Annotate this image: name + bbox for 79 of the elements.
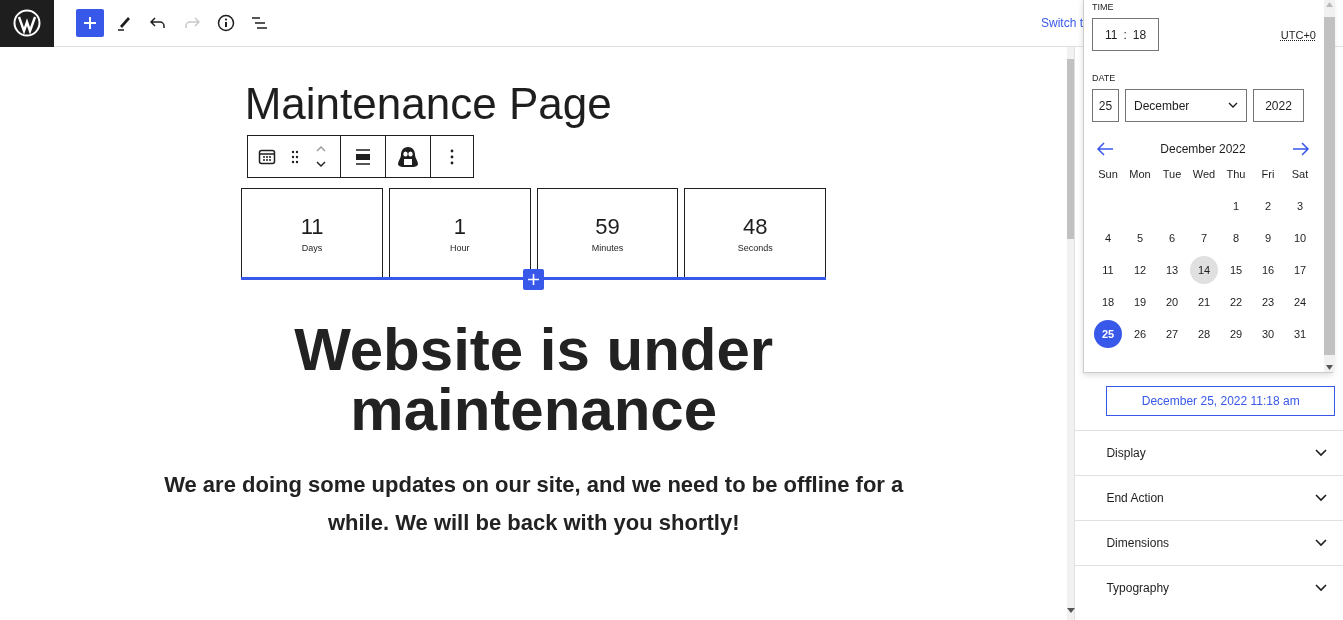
countdown-value: 1 [453, 213, 466, 240]
calendar-day[interactable]: 18 [1094, 288, 1122, 316]
calendar-day[interactable]: 1 [1222, 192, 1250, 220]
calendar-day[interactable]: 16 [1254, 256, 1282, 284]
plus-icon [528, 274, 540, 285]
calendar-day[interactable]: 25 [1094, 320, 1122, 348]
time-field[interactable]: 11 : 18 [1092, 18, 1159, 51]
calendar-day[interactable]: 8 [1222, 224, 1250, 252]
chevron-down-icon [1228, 102, 1238, 109]
next-month-icon[interactable] [1292, 142, 1310, 156]
time-label: TIME [1092, 2, 1115, 12]
calendar-day[interactable]: 5 [1126, 224, 1154, 252]
calendar-day[interactable]: 24 [1286, 288, 1314, 316]
scrollbar[interactable] [1067, 47, 1075, 620]
page-title[interactable]: Maintenance Page [244, 79, 845, 129]
weekday-label: Mon [1128, 168, 1152, 182]
switch-link[interactable]: Switch t [1041, 16, 1083, 30]
calendar-day[interactable]: 17 [1286, 256, 1314, 284]
previous-month-icon[interactable] [1096, 142, 1114, 156]
countdown-label: Minutes [591, 242, 624, 253]
calendar-day[interactable]: 22 [1222, 288, 1250, 316]
countdown-value: 48 [743, 213, 768, 240]
weekday-label: Fri [1260, 168, 1276, 182]
calendar-day[interactable]: 4 [1094, 224, 1122, 252]
weekday-label: Sun [1097, 168, 1119, 182]
calendar-day[interactable]: 27 [1158, 320, 1186, 348]
scroll-down-icon[interactable] [1067, 608, 1076, 614]
calendar-day[interactable]: 30 [1254, 320, 1282, 348]
weekday-label: Sat [1290, 168, 1310, 182]
plus-icon [83, 16, 97, 30]
calendar-day[interactable]: 23 [1254, 288, 1282, 316]
add-block-button[interactable] [523, 269, 545, 290]
scrollbar[interactable] [1324, 0, 1335, 372]
calendar-day[interactable]: 21 [1190, 288, 1218, 316]
countdown-block[interactable]: 11 Days 1 Hour 59 Minutes 48 Seconds [241, 188, 827, 280]
timezone-label[interactable]: UTC+0 [1280, 28, 1316, 41]
chevron-down-icon [1315, 449, 1327, 457]
wordpress-icon [13, 9, 41, 37]
month-select[interactable]: December [1125, 89, 1247, 122]
chevron-down-icon [1315, 494, 1327, 502]
calendar-day[interactable]: 13 [1158, 256, 1186, 284]
year-field[interactable]: 2022 [1253, 89, 1304, 122]
calendar-day[interactable]: 20 [1158, 288, 1186, 316]
countdown-label: Seconds [737, 242, 773, 253]
countdown-label: Hour [450, 242, 470, 253]
paragraph: We are doing some updates on our site, and we need to be offline for a while. We will be back with you shortly! [163, 471, 905, 537]
weekday-label: Wed [1191, 168, 1217, 182]
calendar-day[interactable]: 29 [1222, 320, 1250, 348]
wordpress-logo[interactable] [0, 0, 54, 47]
chevron-down-icon [1315, 584, 1327, 592]
chevron-down-icon [1315, 539, 1327, 547]
calendar-day[interactable]: 10 [1286, 224, 1314, 252]
calendar-day[interactable]: 11 [1094, 256, 1122, 284]
calendar-day[interactable]: 15 [1222, 256, 1250, 284]
day-field[interactable]: 25 [1092, 89, 1119, 122]
penguin-icon[interactable] [396, 145, 420, 168]
calendar-day[interactable]: 7 [1190, 224, 1218, 252]
calendar-day[interactable]: 26 [1126, 320, 1154, 348]
calendar-day[interactable]: 9 [1254, 224, 1282, 252]
weekday-label: Thu [1225, 168, 1247, 182]
calendar-day[interactable]: 12 [1126, 256, 1154, 284]
countdown-value: 11 [300, 213, 324, 240]
calendar-day[interactable]: 28 [1190, 320, 1218, 348]
date-button[interactable]: December 25, 2022 11:18 am [1106, 386, 1335, 416]
heading: Website is under maintenance [293, 320, 775, 440]
weekday-label: Tue [1161, 168, 1183, 182]
countdown-label: Days [301, 242, 323, 253]
add-block-button[interactable] [76, 9, 104, 37]
calendar-day[interactable]: 31 [1286, 320, 1314, 348]
date-label: DATE [1092, 73, 1117, 83]
calendar-day[interactable]: 19 [1126, 288, 1154, 316]
countdown-value: 59 [595, 213, 620, 240]
scroll-down-icon[interactable] [1326, 365, 1333, 370]
calendar-title: December 2022 [1160, 142, 1246, 156]
calendar-icon[interactable] [258, 147, 276, 166]
calendar-day[interactable]: 2 [1254, 192, 1282, 220]
calendar-day[interactable]: 6 [1158, 224, 1186, 252]
calendar-day[interactable]: 14 [1190, 256, 1218, 284]
calendar-day[interactable]: 3 [1286, 192, 1314, 220]
